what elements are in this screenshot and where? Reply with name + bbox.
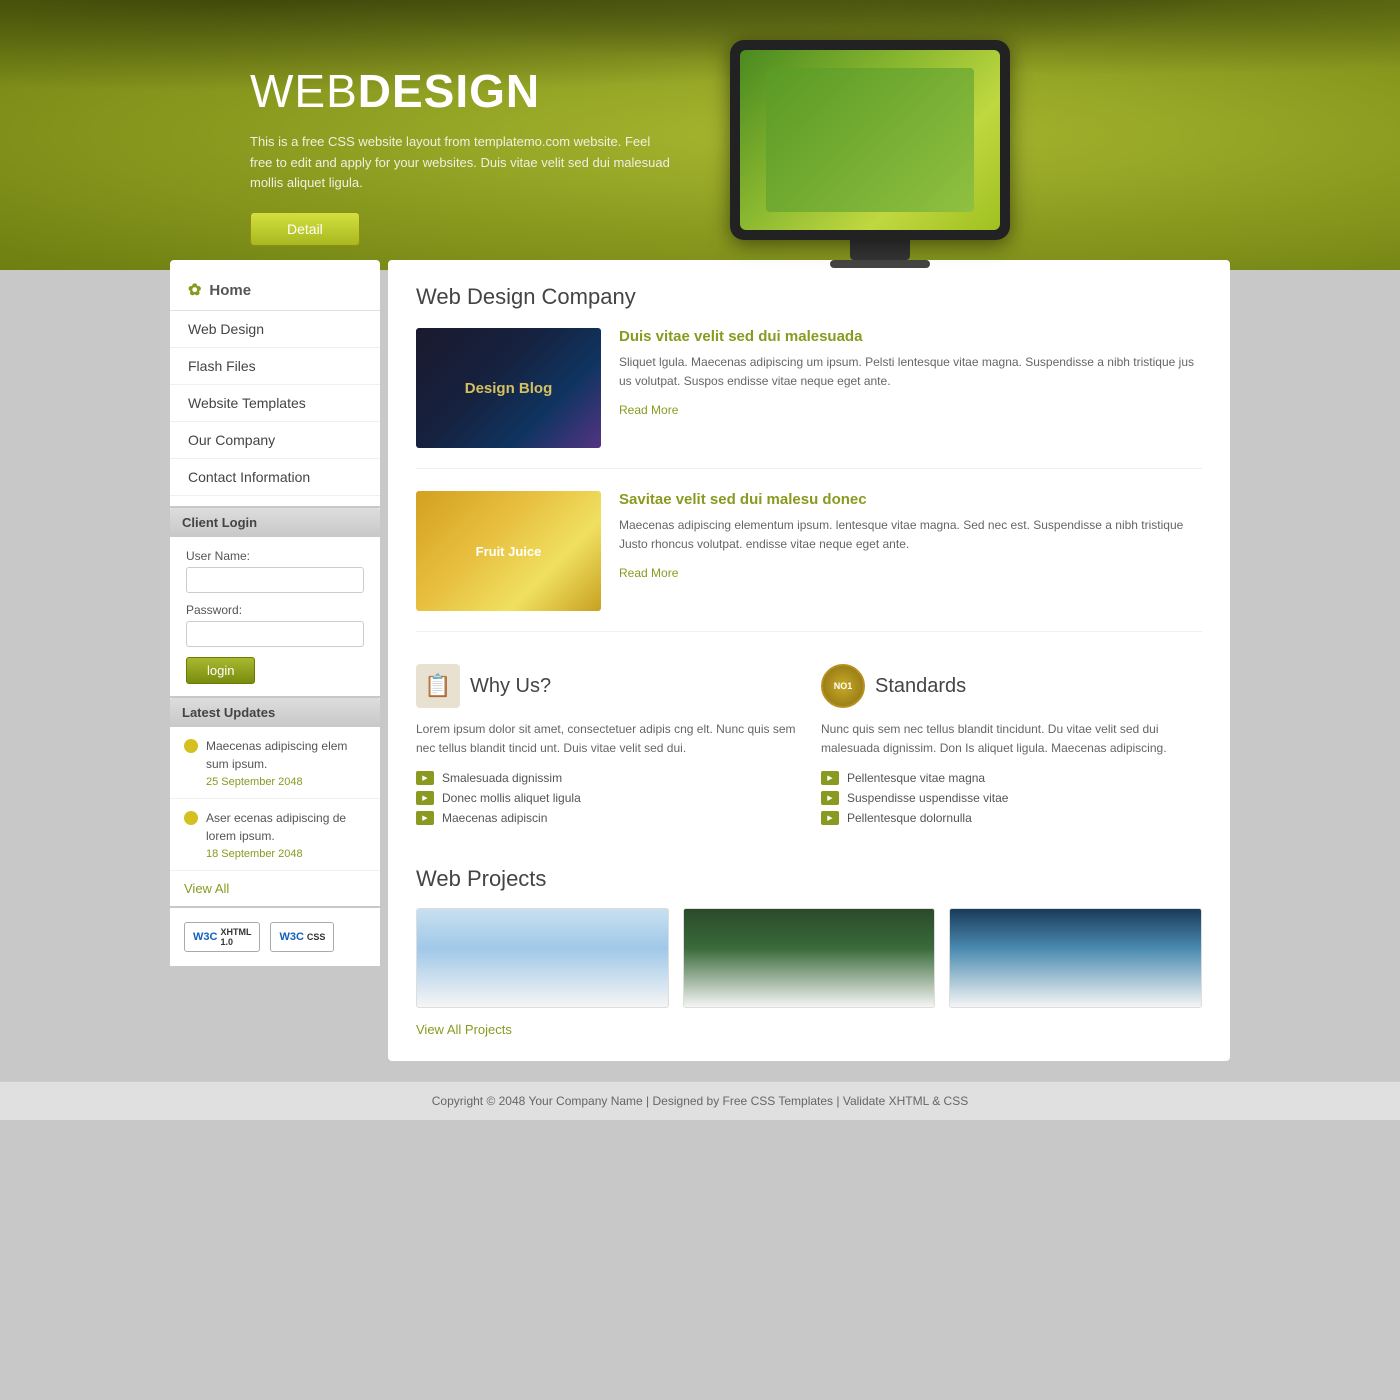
nav-home[interactable]: ✿ Home — [170, 270, 380, 311]
article-thumb-2: Fruit Juice — [416, 491, 601, 611]
monitor-screen — [740, 50, 1000, 230]
title-design: DESIGN — [358, 65, 540, 117]
read-more-1[interactable]: Read More — [619, 403, 678, 417]
password-input[interactable] — [186, 621, 364, 647]
footer-text: Copyright © 2048 Your Company Name | Des… — [432, 1094, 968, 1108]
why-us-col: 📋 Why Us? Lorem ipsum dolor sit amet, co… — [416, 664, 797, 828]
why-bullet-icon-2 — [416, 791, 434, 805]
standards-bullets: Pellentesque vitae magna Suspendisse usp… — [821, 768, 1202, 828]
client-login-box: Client Login User Name: Password: login — [170, 508, 380, 696]
why-us-body: Lorem ipsum dolor sit amet, consectetuer… — [416, 720, 797, 758]
nav-contact-information[interactable]: Contact Information — [170, 459, 380, 496]
update-date-1: 25 September 2048 — [206, 776, 366, 788]
update-item-1: Maecenas adipiscing elem sum ipsum. 25 S… — [170, 727, 380, 799]
update-body-2: Aser ecenas adipiscing de lorem ipsum. — [206, 811, 346, 843]
header-title: WEBDESIGN — [250, 64, 670, 118]
update-bullet-2 — [184, 811, 198, 825]
thumb-juice: Fruit Juice — [416, 491, 601, 611]
home-icon: ✿ — [188, 280, 201, 300]
projects-grid — [416, 908, 1202, 1008]
article-thumb-1: Design Blog — [416, 328, 601, 448]
view-all-projects-link[interactable]: View All Projects — [416, 1022, 1202, 1037]
project-thumb-1 — [416, 908, 669, 1008]
update-item-2: Aser ecenas adipiscing de lorem ipsum. 1… — [170, 799, 380, 871]
header-content: WEBDESIGN This is a free CSS website lay… — [0, 0, 1400, 270]
standards-bullet-icon-2 — [821, 791, 839, 805]
article-body-2: Savitae velit sed dui malesu donec Maece… — [619, 491, 1202, 582]
project-thumb-2 — [683, 908, 936, 1008]
update-text-1: Maecenas adipiscing elem sum ipsum. 25 S… — [206, 737, 366, 788]
standards-header: NO1 Standards — [821, 664, 1202, 708]
why-us-bullets: Smalesuada dignissim Donec mollis alique… — [416, 768, 797, 828]
sidebar: ✿ Home Web Design Flash Files Website Te… — [170, 260, 380, 1061]
two-col-section: 📋 Why Us? Lorem ipsum dolor sit amet, co… — [416, 654, 1202, 838]
article-row-2: Fruit Juice Savitae velit sed dui malesu… — [416, 491, 1202, 632]
monitor-graphic — [730, 40, 1030, 270]
nav-flash-files[interactable]: Flash Files — [170, 348, 380, 385]
standards-bullet-2: Suspendisse uspendisse vitae — [821, 788, 1202, 808]
latest-updates-box: Latest Updates Maecenas adipiscing elem … — [170, 698, 380, 906]
sidebar-nav: ✿ Home Web Design Flash Files Website Te… — [170, 260, 380, 506]
article-row-1: Design Blog Duis vitae velit sed dui mal… — [416, 328, 1202, 469]
standards-bullet-icon-3 — [821, 811, 839, 825]
monitor-outer — [730, 40, 1010, 240]
monitor-base — [830, 260, 930, 268]
username-label: User Name: — [186, 549, 364, 563]
header-text-block: WEBDESIGN This is a free CSS website lay… — [250, 64, 670, 246]
header: WEBDESIGN This is a free CSS website lay… — [0, 0, 1400, 270]
read-more-2[interactable]: Read More — [619, 566, 678, 580]
why-bullet-3: Maecenas adipiscin — [416, 808, 797, 828]
company-title: Web Design Company — [416, 284, 1202, 310]
username-input[interactable] — [186, 567, 364, 593]
why-bullet-icon-3 — [416, 811, 434, 825]
standards-bullet-icon-1 — [821, 771, 839, 785]
why-bullet-2: Donec mollis aliquet ligula — [416, 788, 797, 808]
latest-updates-header: Latest Updates — [170, 698, 380, 727]
title-web: WEB — [250, 65, 358, 117]
article-body-1: Duis vitae velit sed dui malesuada Sliqu… — [619, 328, 1202, 419]
why-us-title: Why Us? — [470, 675, 551, 698]
standards-title: Standards — [875, 675, 966, 698]
nav-web-design[interactable]: Web Design — [170, 311, 380, 348]
standards-bullet-1: Pellentesque vitae magna — [821, 768, 1202, 788]
header-description: This is a free CSS website layout from t… — [250, 132, 670, 194]
why-us-icon: 📋 — [416, 664, 460, 708]
standards-body: Nunc quis sem nec tellus blandit tincidu… — [821, 720, 1202, 758]
standards-col: NO1 Standards Nunc quis sem nec tellus b… — [821, 664, 1202, 828]
why-bullet-icon-1 — [416, 771, 434, 785]
view-all-link[interactable]: View All — [170, 871, 380, 906]
password-label: Password: — [186, 603, 364, 617]
login-button[interactable]: login — [186, 657, 255, 684]
update-bullet-1 — [184, 739, 198, 753]
client-login-header: Client Login — [170, 508, 380, 537]
footer: Copyright © 2048 Your Company Name | Des… — [0, 1081, 1400, 1120]
badges-row: W3C XHTML1.0 W3C CSS — [170, 908, 380, 966]
nav-website-templates[interactable]: Website Templates — [170, 385, 380, 422]
w3c-xhtml-badge: W3C XHTML1.0 — [184, 922, 260, 952]
article-title-2: Savitae velit sed dui malesu donec — [619, 491, 1202, 508]
update-date-2: 18 September 2048 — [206, 848, 366, 860]
main-content: Web Design Company Design Blog Duis vita… — [388, 260, 1230, 1061]
article-text-2: Maecenas adipiscing elementum ipsum. len… — [619, 516, 1202, 554]
monitor-screen-inner — [766, 68, 974, 212]
standards-badge: NO1 — [821, 664, 865, 708]
project-thumb-3 — [949, 908, 1202, 1008]
update-text-2: Aser ecenas adipiscing de lorem ipsum. 1… — [206, 809, 366, 860]
update-body-1: Maecenas adipiscing elem sum ipsum. — [206, 739, 347, 771]
projects-section: Web Projects View All Projects — [416, 866, 1202, 1037]
detail-button[interactable]: Detail — [250, 212, 360, 246]
thumb-design-blog: Design Blog — [416, 328, 601, 448]
nav-home-label: Home — [209, 282, 251, 299]
client-login-body: User Name: Password: login — [170, 537, 380, 696]
monitor-stand — [850, 240, 910, 260]
w3c-css-badge: W3C CSS — [270, 922, 334, 952]
why-us-header: 📋 Why Us? — [416, 664, 797, 708]
standards-bullet-3: Pellentesque dolornulla — [821, 808, 1202, 828]
article-text-1: Sliquet lgula. Maecenas adipiscing um ip… — [619, 353, 1202, 391]
main-wrapper: ✿ Home Web Design Flash Files Website Te… — [170, 260, 1230, 1061]
nav-our-company[interactable]: Our Company — [170, 422, 380, 459]
why-bullet-1: Smalesuada dignissim — [416, 768, 797, 788]
article-title-1: Duis vitae velit sed dui malesuada — [619, 328, 1202, 345]
projects-title: Web Projects — [416, 866, 1202, 892]
